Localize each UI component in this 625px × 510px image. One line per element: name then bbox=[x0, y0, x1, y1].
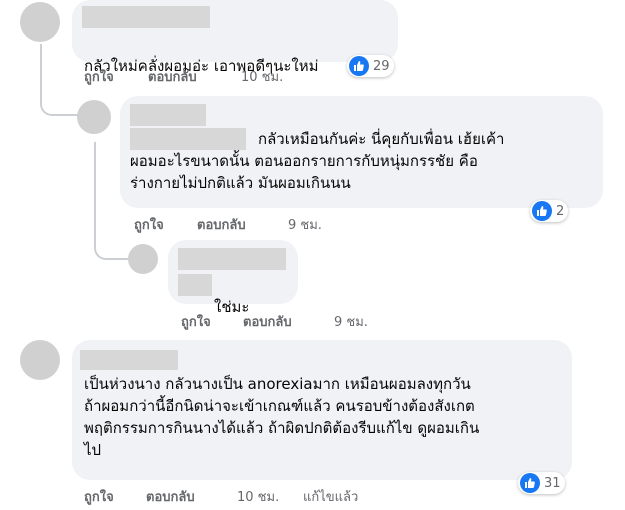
comment-bubble-4: เป็นห่วงนาง กลัวนางเป็น anorexiaมาก เหมื… bbox=[72, 340, 572, 480]
timestamp[interactable]: 10 ชม. bbox=[241, 66, 283, 87]
reaction-summary[interactable]: 2 bbox=[530, 200, 569, 222]
commenter-name-redacted[interactable] bbox=[80, 350, 178, 370]
commenter-name-redacted[interactable] bbox=[82, 6, 210, 28]
reply-button[interactable]: ตอบกลับ bbox=[243, 311, 292, 332]
avatar[interactable] bbox=[77, 100, 111, 134]
like-button[interactable]: ถูกใจ bbox=[84, 486, 114, 507]
reply-button[interactable]: ตอบกลับ bbox=[146, 486, 195, 507]
like-icon bbox=[349, 56, 369, 76]
reaction-count: 29 bbox=[373, 58, 390, 74]
reply-button[interactable]: ตอบกลับ bbox=[197, 214, 246, 235]
commenter-name-redacted[interactable] bbox=[178, 274, 212, 296]
like-button[interactable]: ถูกใจ bbox=[181, 311, 211, 332]
reaction-summary[interactable]: 31 bbox=[518, 472, 565, 494]
like-icon bbox=[532, 201, 552, 221]
commenter-name-redacted[interactable] bbox=[130, 104, 206, 126]
avatar[interactable] bbox=[128, 244, 158, 274]
comment-text: เป็นห่วงนาง กลัวนางเป็น anorexiaมาก เหมื… bbox=[84, 375, 480, 459]
timestamp[interactable]: 9 ชม. bbox=[288, 214, 322, 235]
commenter-name-redacted[interactable] bbox=[178, 248, 286, 270]
like-button[interactable]: ถูกใจ bbox=[134, 214, 164, 235]
like-button[interactable]: ถูกใจ bbox=[84, 66, 114, 87]
avatar[interactable] bbox=[20, 2, 60, 42]
edited-label[interactable]: แก้ไขแล้ว bbox=[303, 486, 358, 507]
reaction-count: 2 bbox=[556, 203, 565, 219]
timestamp[interactable]: 9 ชม. bbox=[334, 311, 368, 332]
comment-text: กลัวเหมือนกันค่ะ นี่คุยกับเพื่อน เฮ้ยเค้… bbox=[130, 130, 505, 192]
avatar[interactable] bbox=[20, 340, 60, 380]
comment-bubble-1: กลัวใหม่คลั่งผอมอ่ะ เอาพอดีๆนะใหม่ bbox=[72, 0, 398, 119]
timestamp[interactable]: 10 ชม. bbox=[237, 486, 279, 507]
comment-bubble-3: ใช่มะ bbox=[168, 240, 298, 359]
comment-bubble-2: กลัวเหมือนกันค่ะ นี่คุยกับเพื่อน เฮ้ยเค้… bbox=[120, 96, 603, 208]
reaction-summary[interactable]: 29 bbox=[347, 55, 394, 77]
like-icon bbox=[520, 473, 540, 493]
reply-button[interactable]: ตอบกลับ bbox=[148, 66, 197, 87]
reaction-count: 31 bbox=[544, 475, 561, 491]
